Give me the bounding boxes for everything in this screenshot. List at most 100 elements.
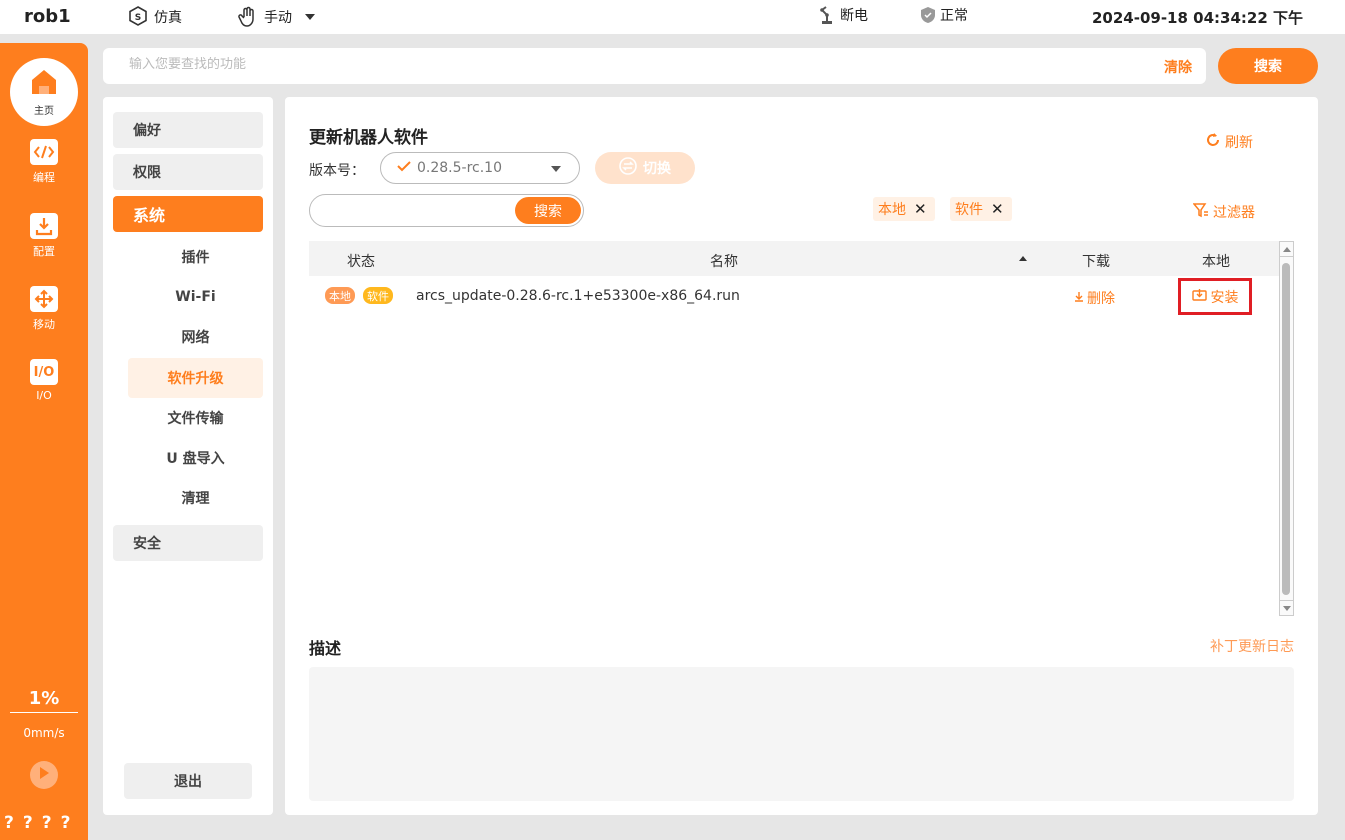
home-label: 主页 bbox=[34, 105, 54, 117]
manual-mode-dropdown[interactable]: 手动 bbox=[236, 5, 316, 29]
version-label: 版本号： bbox=[309, 163, 365, 179]
download-icon bbox=[1075, 290, 1083, 306]
refresh-icon bbox=[1205, 132, 1221, 152]
menu-item-usb-import[interactable]: U 盘导入 bbox=[128, 438, 263, 478]
list-search-button[interactable]: 搜索 bbox=[515, 197, 581, 224]
status-mark[interactable]: ? bbox=[42, 813, 52, 833]
list-search-field[interactable]: 搜索 bbox=[309, 194, 584, 227]
speed-percent[interactable]: 1% bbox=[0, 688, 88, 709]
datetime: 2024-09-18 04:34:22 下午 bbox=[1091, 9, 1303, 27]
top-bar: rob1 S 仿真 手动 断电 正常 2024-09-18 04:34:22 下… bbox=[0, 0, 1345, 34]
chevron-down-icon bbox=[551, 166, 561, 172]
hand-icon bbox=[236, 5, 260, 29]
filter-icon bbox=[1192, 202, 1209, 222]
refresh-button[interactable]: 刷新 bbox=[1205, 132, 1253, 152]
status-marks: ? ? ? ? bbox=[4, 813, 71, 833]
simulation-mode[interactable]: S 仿真 bbox=[126, 5, 182, 29]
rail-item-config[interactable]: 配置 bbox=[0, 213, 88, 259]
rail-item-programming[interactable]: 编程 bbox=[0, 139, 88, 185]
rail-item-move[interactable]: 移动 bbox=[0, 286, 88, 332]
description-title: 描述 bbox=[309, 639, 342, 658]
status-mark[interactable]: ? bbox=[61, 813, 71, 833]
status-badge-software: 软件 bbox=[363, 287, 393, 304]
switch-label: 切换 bbox=[643, 161, 671, 177]
software-update-panel: 更新机器人软件 刷新 版本号： 0.28.5-rc.10 切换 搜索 本地 ✕ … bbox=[285, 97, 1318, 815]
scroll-thumb[interactable] bbox=[1282, 263, 1290, 595]
delete-button[interactable]: 删除 bbox=[1075, 288, 1115, 308]
switch-icon bbox=[619, 157, 637, 179]
left-rail: 主页 编程 配置 移动 I/O I/O 1% 0mm/s ? ? ? ? bbox=[0, 43, 88, 840]
table-row[interactable]: 本地 软件 arcs_update-0.28.6-rc.1+e53300e-x8… bbox=[309, 276, 1279, 318]
function-search-button[interactable]: 搜索 bbox=[1218, 48, 1318, 84]
arrow-up-icon bbox=[1282, 246, 1291, 252]
rail-item-io[interactable]: I/O I/O bbox=[0, 359, 88, 402]
table-scrollbar[interactable] bbox=[1279, 241, 1294, 616]
scroll-up-button[interactable] bbox=[1280, 242, 1293, 257]
install-label: 安装 bbox=[1210, 289, 1239, 306]
code-icon bbox=[30, 139, 58, 165]
download-config-icon bbox=[30, 213, 58, 239]
check-icon bbox=[397, 160, 411, 176]
menu-section-safety[interactable]: 安全 bbox=[113, 525, 263, 561]
menu-item-plugins[interactable]: 插件 bbox=[128, 237, 263, 277]
install-icon bbox=[1191, 288, 1207, 305]
status-mark[interactable]: ? bbox=[23, 813, 33, 833]
menu-section-permissions[interactable]: 权限 bbox=[113, 154, 263, 190]
scroll-down-button[interactable] bbox=[1280, 600, 1293, 615]
move-arrows-icon bbox=[30, 286, 58, 312]
chevron-down-icon bbox=[304, 12, 316, 22]
function-search-input[interactable] bbox=[129, 57, 1029, 72]
rail-label-move: 移动 bbox=[33, 318, 55, 331]
play-button[interactable] bbox=[30, 761, 58, 789]
filter-chip-local[interactable]: 本地 ✕ bbox=[873, 197, 935, 221]
version-select[interactable]: 0.28.5-rc.10 bbox=[380, 152, 580, 184]
description-box bbox=[309, 667, 1294, 801]
home-button[interactable]: 主页 bbox=[10, 58, 78, 126]
simulation-label: 仿真 bbox=[154, 10, 182, 26]
status-mark[interactable]: ? bbox=[4, 813, 14, 833]
filter-button[interactable]: 过滤器 bbox=[1192, 202, 1255, 222]
svg-text:S: S bbox=[135, 13, 141, 23]
rail-label-programming: 编程 bbox=[33, 171, 55, 184]
chip-label: 本地 bbox=[878, 202, 906, 218]
menu-item-software-upgrade[interactable]: 软件升级 bbox=[128, 358, 263, 398]
changelog-link[interactable]: 补丁更新日志 bbox=[1210, 636, 1294, 656]
menu-item-file-transfer[interactable]: 文件传输 bbox=[128, 398, 263, 438]
column-status[interactable]: 状态 bbox=[347, 251, 375, 271]
power-status[interactable]: 断电 bbox=[818, 5, 868, 25]
refresh-label: 刷新 bbox=[1225, 135, 1253, 151]
safety-status[interactable]: 正常 bbox=[920, 5, 968, 25]
remove-chip-icon[interactable]: ✕ bbox=[991, 200, 1004, 218]
column-name[interactable]: 名称 bbox=[710, 251, 738, 271]
speed-value: 0mm/s bbox=[23, 726, 65, 740]
delete-label: 删除 bbox=[1087, 291, 1115, 307]
package-filename: arcs_update-0.28.6-rc.1+e53300e-x86_64.r… bbox=[416, 288, 740, 304]
sort-asc-icon[interactable] bbox=[1019, 256, 1027, 261]
menu-section-preferences[interactable]: 偏好 bbox=[113, 112, 263, 148]
menu-item-cleanup[interactable]: 清理 bbox=[128, 478, 263, 518]
install-button[interactable]: 安装 bbox=[1178, 278, 1252, 315]
column-download[interactable]: 下载 bbox=[1082, 251, 1110, 271]
exit-button[interactable]: 退出 bbox=[124, 763, 252, 799]
version-value: 0.28.5-rc.10 bbox=[417, 160, 502, 176]
menu-section-system[interactable]: 系统 bbox=[113, 196, 263, 232]
chip-label: 软件 bbox=[955, 202, 983, 218]
manual-label: 手动 bbox=[264, 10, 292, 26]
remove-chip-icon[interactable]: ✕ bbox=[914, 200, 927, 218]
power-status-label: 断电 bbox=[840, 8, 868, 24]
clear-button[interactable]: 清除 bbox=[1164, 57, 1192, 77]
play-icon bbox=[38, 766, 50, 784]
safety-status-label: 正常 bbox=[940, 8, 968, 24]
column-local[interactable]: 本地 bbox=[1202, 251, 1230, 271]
menu-item-wifi[interactable]: Wi-Fi bbox=[128, 277, 263, 317]
rail-label-io: I/O bbox=[36, 389, 52, 402]
switch-version-button[interactable]: 切换 bbox=[595, 152, 695, 184]
arrow-down-icon bbox=[1282, 605, 1291, 611]
robot-name[interactable]: rob1 bbox=[24, 6, 71, 27]
page-title: 更新机器人软件 bbox=[309, 128, 428, 148]
table-header: 状态 名称 下载 本地 bbox=[309, 241, 1279, 276]
filter-chip-software[interactable]: 软件 ✕ bbox=[950, 197, 1012, 221]
shield-icon bbox=[920, 6, 936, 24]
status-badge-local: 本地 bbox=[325, 287, 355, 304]
menu-item-network[interactable]: 网络 bbox=[128, 317, 263, 357]
